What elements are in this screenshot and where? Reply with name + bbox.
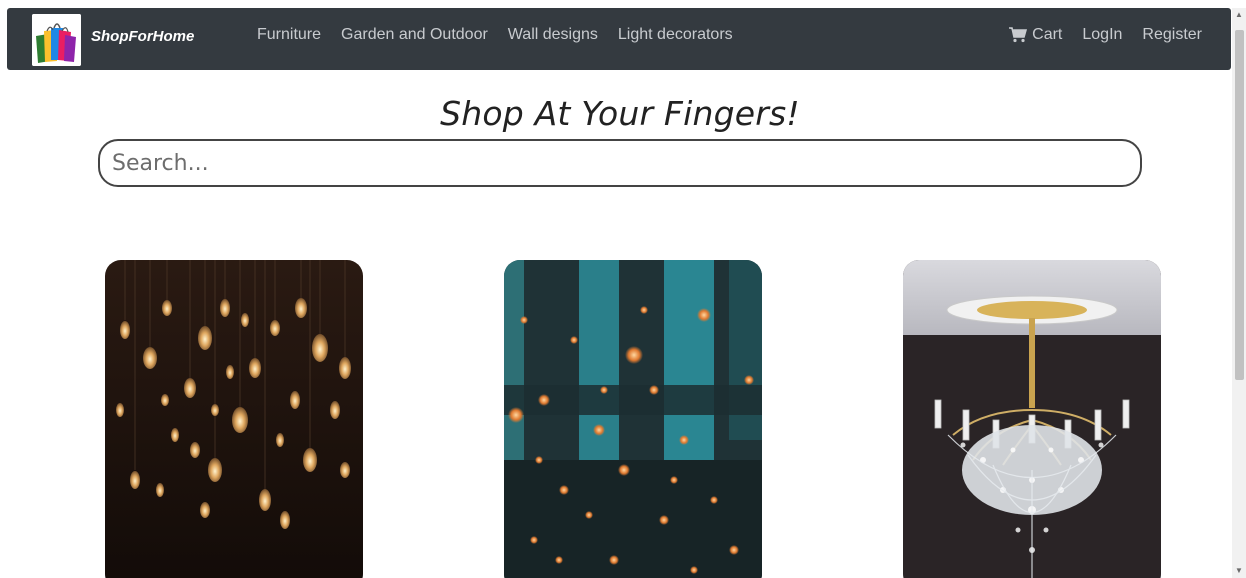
nav-link-furniture[interactable]: Furniture xyxy=(257,26,321,44)
product-card-chandelier[interactable] xyxy=(903,260,1161,578)
register-link[interactable]: Register xyxy=(1142,26,1202,44)
page-tagline: Shop At Your Fingers! xyxy=(440,94,800,134)
cart-icon xyxy=(1009,27,1028,43)
nav-link-wall-designs[interactable]: Wall designs xyxy=(508,26,598,44)
chandelier-image xyxy=(903,260,1161,578)
page: ShopForHome Furniture Garden and Outdoor… xyxy=(0,0,1246,578)
product-card-bokeh-lights[interactable] xyxy=(504,260,762,578)
search-input[interactable] xyxy=(98,139,1142,187)
bokeh-lights-image xyxy=(504,260,762,578)
main-nav: Furniture Garden and Outdoor Wall design… xyxy=(257,26,753,44)
nav-link-garden-outdoor[interactable]: Garden and Outdoor xyxy=(341,26,488,44)
scroll-thumb[interactable] xyxy=(1235,30,1244,380)
brand-logo-icon[interactable] xyxy=(32,14,81,66)
scroll-up-arrow-icon[interactable]: ▲ xyxy=(1232,8,1246,22)
cart-link[interactable]: Cart xyxy=(1009,26,1062,44)
brand-name[interactable]: ShopForHome xyxy=(91,28,194,45)
cart-label: Cart xyxy=(1032,26,1063,43)
product-card-hanging-bulbs[interactable] xyxy=(105,260,363,578)
login-link[interactable]: LogIn xyxy=(1082,26,1122,44)
user-nav: Cart LogIn Register xyxy=(1009,26,1202,44)
scroll-down-arrow-icon[interactable]: ▼ xyxy=(1232,564,1246,578)
nav-link-light-decorators[interactable]: Light decorators xyxy=(618,26,733,44)
hanging-bulbs-image xyxy=(105,260,363,578)
navbar: ShopForHome Furniture Garden and Outdoor… xyxy=(7,8,1231,70)
